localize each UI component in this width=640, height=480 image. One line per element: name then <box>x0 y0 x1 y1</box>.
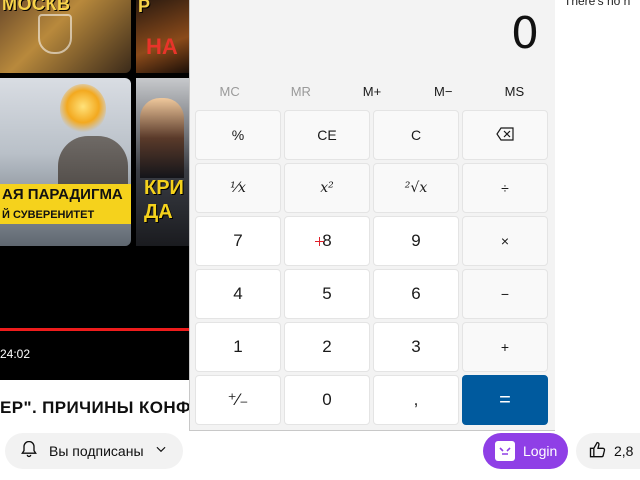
digit-9-button[interactable]: 9 <box>373 216 459 266</box>
backspace-button[interactable] <box>462 110 548 160</box>
multiply-button[interactable]: × <box>462 216 548 266</box>
digit-2-button[interactable]: 2 <box>284 322 370 372</box>
plus-button[interactable]: + <box>462 322 548 372</box>
digit-7-button[interactable]: 7 <box>195 216 281 266</box>
square-root-button[interactable]: ²√x <box>373 163 459 213</box>
percent-button[interactable]: % <box>195 110 281 160</box>
minus-button[interactable]: − <box>462 269 548 319</box>
thumbnail-1[interactable]: МОСКВ <box>0 0 131 73</box>
video-title: ЕР". ПРИЧИНЫ КОНФ <box>0 398 191 417</box>
square-button[interactable]: x² <box>284 163 370 213</box>
thumbnail-3-banner-text: АЯ ПАРАДИГМА <box>2 186 123 203</box>
lightbulb-icon <box>60 84 106 134</box>
bell-icon <box>19 439 39 464</box>
subscribe-label: Вы подписаны <box>49 443 144 459</box>
subscribe-button[interactable]: Вы подписаны <box>5 433 183 469</box>
clear-entry-button[interactable]: CE <box>284 110 370 160</box>
thumbnail-4-text: КРИ ДА <box>144 177 184 223</box>
digit-5-button[interactable]: 5 <box>284 269 370 319</box>
negate-button[interactable]: ⁺⁄₋ <box>195 375 281 425</box>
reciprocal-button[interactable]: ¹⁄x <box>195 163 281 213</box>
thumbnail-4[interactable]: КРИ ДА <box>136 78 190 246</box>
calculator-display: 0 <box>511 8 539 59</box>
memory-clear-button[interactable]: MC <box>194 80 265 104</box>
video-thumbnails-area: МОСКВ Р НА АЯ ПАРАДИГМА Й СУВЕРЕНИТЕТ КР… <box>0 0 190 380</box>
thumbnail-2-text-bottom: НА <box>146 34 178 59</box>
side-panel-text: There's no h <box>564 0 631 8</box>
calculator-window: 0 MC MR M+ M− MS % CE C ¹⁄x x² ²√x ÷ 7 8… <box>189 0 555 431</box>
like-count: 2,8 <box>614 443 634 459</box>
equals-button[interactable]: = <box>462 375 548 425</box>
memory-add-button[interactable]: M+ <box>336 80 407 104</box>
clear-button[interactable]: C <box>373 110 459 160</box>
cursor-crosshair-icon <box>315 237 324 246</box>
login-icon <box>495 441 515 461</box>
video-timestamp: 24:02 <box>0 347 31 361</box>
digit-4-button[interactable]: 4 <box>195 269 281 319</box>
chevron-down-icon <box>154 442 168 461</box>
divide-button[interactable]: ÷ <box>462 163 548 213</box>
thumbs-up-icon <box>588 440 608 463</box>
login-button[interactable]: Login <box>483 433 568 469</box>
memory-row: MC MR M+ M− MS <box>194 80 550 104</box>
digit-0-button[interactable]: 0 <box>284 375 370 425</box>
person-image <box>140 98 184 178</box>
digit-6-button[interactable]: 6 <box>373 269 459 319</box>
memory-store-button[interactable]: MS <box>479 80 550 104</box>
thumbnail-3-subbanner-text: Й СУВЕРЕНИТЕТ <box>2 209 95 221</box>
square-root-label: ²√x <box>404 180 428 196</box>
calculator-keypad: % CE C ¹⁄x x² ²√x ÷ 7 8 9 × 4 5 6 − 1 2 … <box>195 110 548 425</box>
emblem-icon <box>38 14 72 54</box>
thumbnail-2-text-top: Р <box>138 0 151 16</box>
login-label: Login <box>523 443 558 459</box>
thumbnail-2[interactable]: Р НА <box>136 0 190 73</box>
like-button[interactable]: 2,8 <box>576 433 640 469</box>
digit-8-button[interactable]: 8 <box>284 216 370 266</box>
video-progress-bar[interactable] <box>0 328 190 331</box>
thumbnail-3-subbanner: Й СУВЕРЕНИТЕТ <box>0 206 131 224</box>
backspace-icon <box>496 126 514 144</box>
decimal-button[interactable]: , <box>373 375 459 425</box>
digit-3-button[interactable]: 3 <box>373 322 459 372</box>
square-label: x² <box>320 180 334 196</box>
memory-recall-button[interactable]: MR <box>265 80 336 104</box>
thumbnail-3-banner: АЯ ПАРАДИГМА <box>0 184 131 206</box>
thumbnail-1-text: МОСКВ <box>2 0 71 14</box>
reciprocal-label: ¹⁄x <box>230 180 246 196</box>
memory-subtract-button[interactable]: M− <box>408 80 479 104</box>
thumbnail-3[interactable]: АЯ ПАРАДИГМА Й СУВЕРЕНИТЕТ <box>0 78 131 246</box>
digit-1-button[interactable]: 1 <box>195 322 281 372</box>
